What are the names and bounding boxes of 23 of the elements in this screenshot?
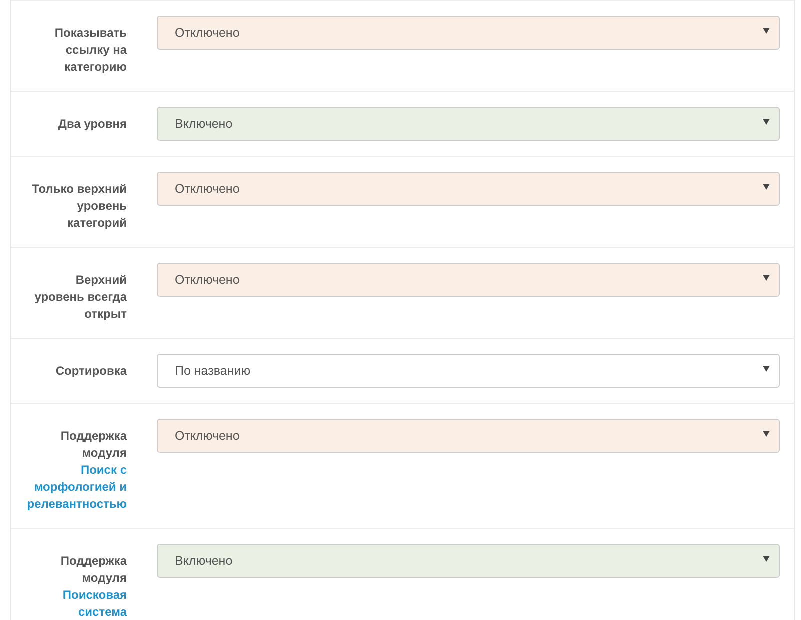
caret-icon (763, 556, 770, 562)
setting-label: Два уровня (57, 116, 127, 133)
caret-icon (763, 366, 770, 372)
setting-label: Показывать ссылку на категорию (54, 25, 127, 76)
caret-icon (763, 119, 770, 125)
setting-label: Только верхний уровень категорий (31, 181, 127, 232)
module-link[interactable]: Поиск с морфологией и релевантностью (27, 462, 127, 513)
setting-label: Поддержка модуля Поиск с морфологией и релевантностью (27, 428, 127, 513)
module-link[interactable]: Поисковая система (27, 587, 127, 620)
setting-label: Верхний уровень всегда открыт (34, 272, 127, 323)
caret-icon (763, 275, 770, 281)
dropdown[interactable]: Отключено (157, 16, 780, 50)
dropdown[interactable]: Отключено (157, 263, 780, 297)
caret-icon (763, 28, 770, 34)
dropdown[interactable]: Включено (157, 107, 780, 141)
caret-icon (763, 184, 770, 190)
dropdown[interactable]: Отключено (157, 419, 780, 453)
caret-icon (763, 431, 770, 437)
dropdown[interactable]: Отключено (157, 172, 780, 206)
dropdown[interactable]: Включено (157, 544, 780, 578)
setting-label: Поддержка модуля Поисковая система (27, 544, 127, 620)
dropdown[interactable]: По названию (157, 354, 780, 388)
setting-label: Сортировка (54, 363, 127, 380)
